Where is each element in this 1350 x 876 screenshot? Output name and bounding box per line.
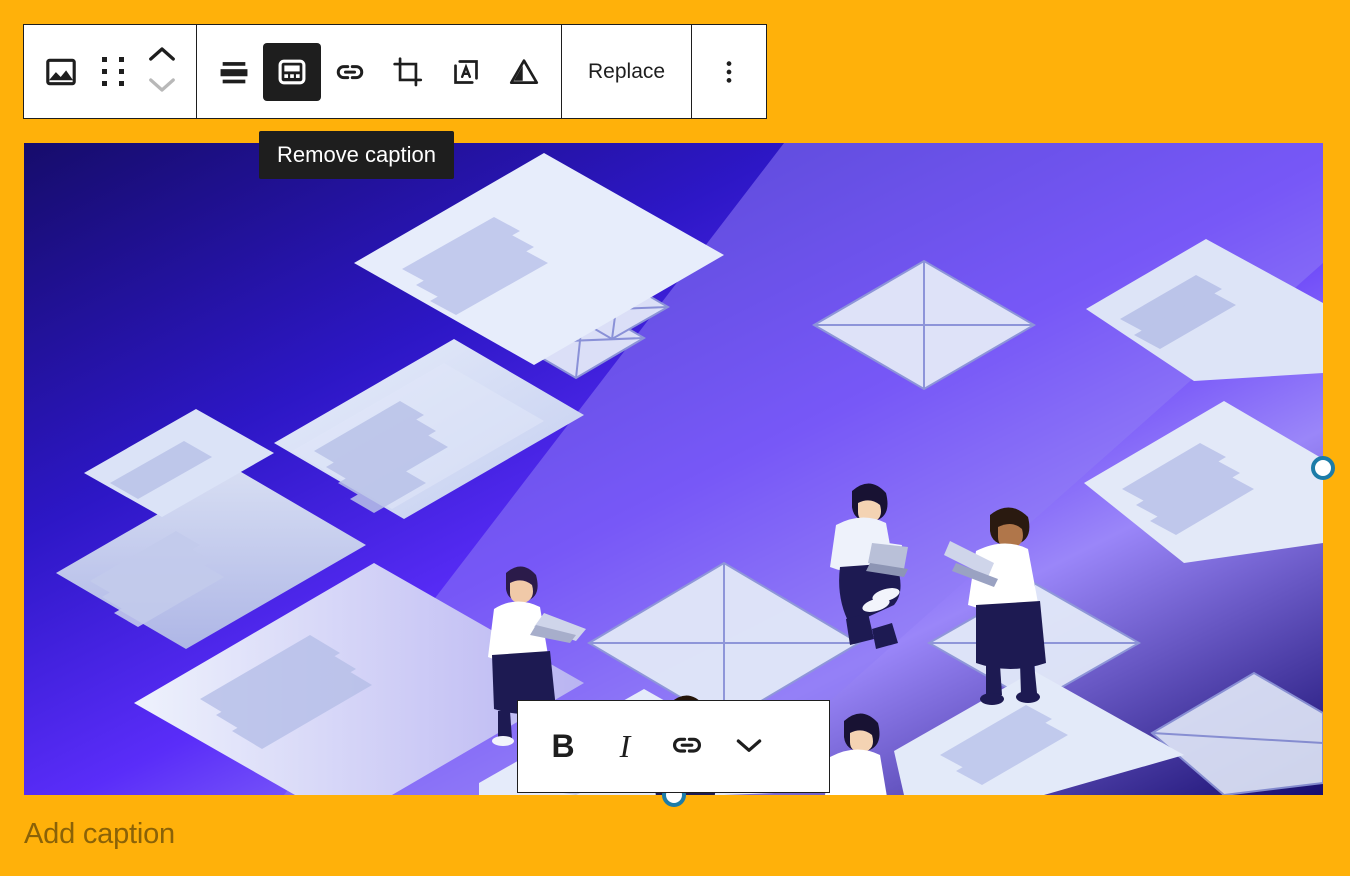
tooltip: Remove caption bbox=[259, 131, 454, 179]
bold-button[interactable]: B bbox=[532, 716, 594, 778]
text-over-image-icon bbox=[449, 55, 483, 89]
more-options-button[interactable] bbox=[700, 43, 758, 101]
block-toolbar-group-replace: Replace bbox=[561, 25, 691, 118]
bold-icon: B bbox=[551, 728, 575, 764]
chevron-up-icon[interactable] bbox=[147, 45, 177, 68]
image-block-type-button[interactable] bbox=[32, 43, 90, 101]
format-link-button[interactable] bbox=[656, 716, 718, 778]
image-icon bbox=[43, 54, 79, 90]
align-button[interactable] bbox=[205, 43, 263, 101]
duotone-triangle-icon bbox=[507, 55, 541, 89]
italic-icon: I bbox=[619, 728, 631, 764]
caption-input[interactable]: Add caption bbox=[24, 818, 175, 851]
duotone-button[interactable] bbox=[495, 43, 553, 101]
more-vertical-icon bbox=[714, 57, 744, 87]
format-toolbar: B I bbox=[517, 700, 830, 793]
block-mover[interactable] bbox=[136, 34, 188, 110]
image-block[interactable] bbox=[24, 143, 1323, 795]
more-formats-button[interactable] bbox=[718, 716, 780, 778]
chevron-down-icon[interactable] bbox=[147, 76, 177, 99]
caption-icon bbox=[275, 55, 309, 89]
block-toolbar-group-options bbox=[691, 25, 766, 118]
italic-button[interactable]: I bbox=[594, 716, 656, 778]
link-icon bbox=[333, 55, 367, 89]
replace-button[interactable]: Replace bbox=[562, 25, 691, 118]
drag-handle-icon[interactable] bbox=[90, 43, 136, 101]
block-toolbar-group-format bbox=[196, 25, 561, 118]
align-center-icon bbox=[217, 55, 251, 89]
crop-button[interactable] bbox=[379, 43, 437, 101]
caption-button[interactable] bbox=[263, 42, 321, 101]
block-toolbar-group-block bbox=[24, 25, 196, 118]
block-toolbar: Replace bbox=[23, 24, 768, 119]
text-over-image-button[interactable] bbox=[437, 43, 495, 101]
chevron-down-icon bbox=[733, 735, 765, 758]
crop-icon bbox=[391, 55, 425, 89]
illustration-image bbox=[24, 143, 1323, 795]
link-button[interactable] bbox=[321, 43, 379, 101]
link-icon bbox=[669, 727, 705, 766]
resize-handle-right[interactable] bbox=[1311, 456, 1335, 480]
